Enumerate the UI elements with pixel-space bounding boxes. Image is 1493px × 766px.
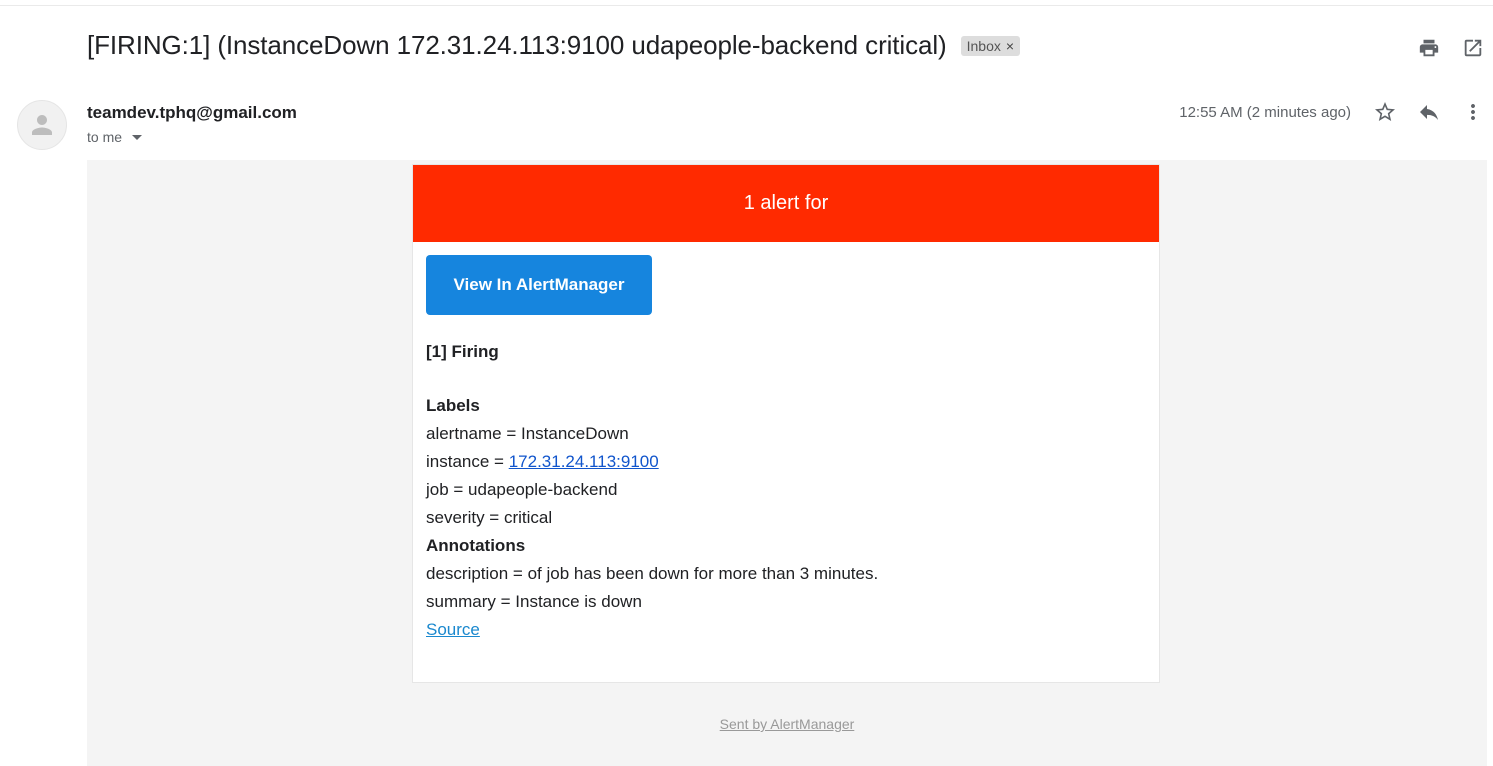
- label-job: job = udapeople-backend: [426, 480, 618, 499]
- instance-link[interactable]: 172.31.24.113:9100: [509, 452, 659, 471]
- more-vert-icon[interactable]: [1461, 100, 1485, 124]
- annotations-heading: Annotations: [426, 536, 526, 555]
- star-icon[interactable]: [1373, 100, 1397, 124]
- top-divider: [0, 5, 1493, 6]
- details-caret-icon[interactable]: [132, 134, 143, 140]
- labels-heading: Labels: [426, 396, 480, 415]
- inbox-label-chip[interactable]: Inbox ×: [960, 35, 1021, 56]
- sender-avatar: [17, 100, 67, 150]
- inbox-label: Inbox: [966, 37, 1001, 54]
- email-subject: [FIRING:1] (InstanceDown 172.31.24.113:9…: [87, 30, 947, 60]
- label-alertname: alertname = InstanceDown: [426, 424, 629, 443]
- alert-card: 1 alert for View In AlertManager [1] Fir…: [412, 164, 1160, 683]
- subject-row: [FIRING:1] (InstanceDown 172.31.24.113:9…: [87, 30, 1021, 61]
- label-instance-key: instance =: [426, 452, 509, 471]
- alert-banner: 1 alert for: [413, 165, 1159, 242]
- email-body: 1 alert for View In AlertManager [1] Fir…: [87, 160, 1487, 766]
- view-in-alertmanager-button[interactable]: View In AlertManager: [426, 255, 652, 315]
- alert-content: View In AlertManager [1] Firing Labels a…: [413, 242, 1159, 644]
- annotation-description: description = of job has been down for m…: [426, 564, 879, 583]
- open-in-new-window-icon[interactable]: [1461, 36, 1485, 60]
- remove-label-icon[interactable]: ×: [1006, 38, 1014, 54]
- recipient-line: to me: [87, 129, 143, 145]
- message-actions: 12:55 AM (2 minutes ago): [1179, 100, 1485, 124]
- source-link[interactable]: Source: [426, 616, 480, 644]
- email-footer: Sent by AlertManager: [87, 716, 1487, 732]
- label-severity: severity = critical: [426, 508, 553, 527]
- person-icon: [32, 115, 52, 135]
- sender-email[interactable]: teamdev.tphq@gmail.com: [87, 103, 297, 123]
- print-icon[interactable]: [1417, 36, 1441, 60]
- firing-heading: [1] Firing: [426, 342, 499, 361]
- annotation-summary: summary = Instance is down: [426, 592, 642, 611]
- timestamp: 12:55 AM (2 minutes ago): [1179, 103, 1351, 121]
- recipient-text: to me: [87, 129, 123, 145]
- label-instance: instance = 172.31.24.113:9100: [426, 448, 1146, 476]
- reply-icon[interactable]: [1417, 100, 1441, 124]
- thread-actions: [1417, 36, 1485, 60]
- sent-by-alertmanager-link[interactable]: Sent by AlertManager: [720, 716, 855, 732]
